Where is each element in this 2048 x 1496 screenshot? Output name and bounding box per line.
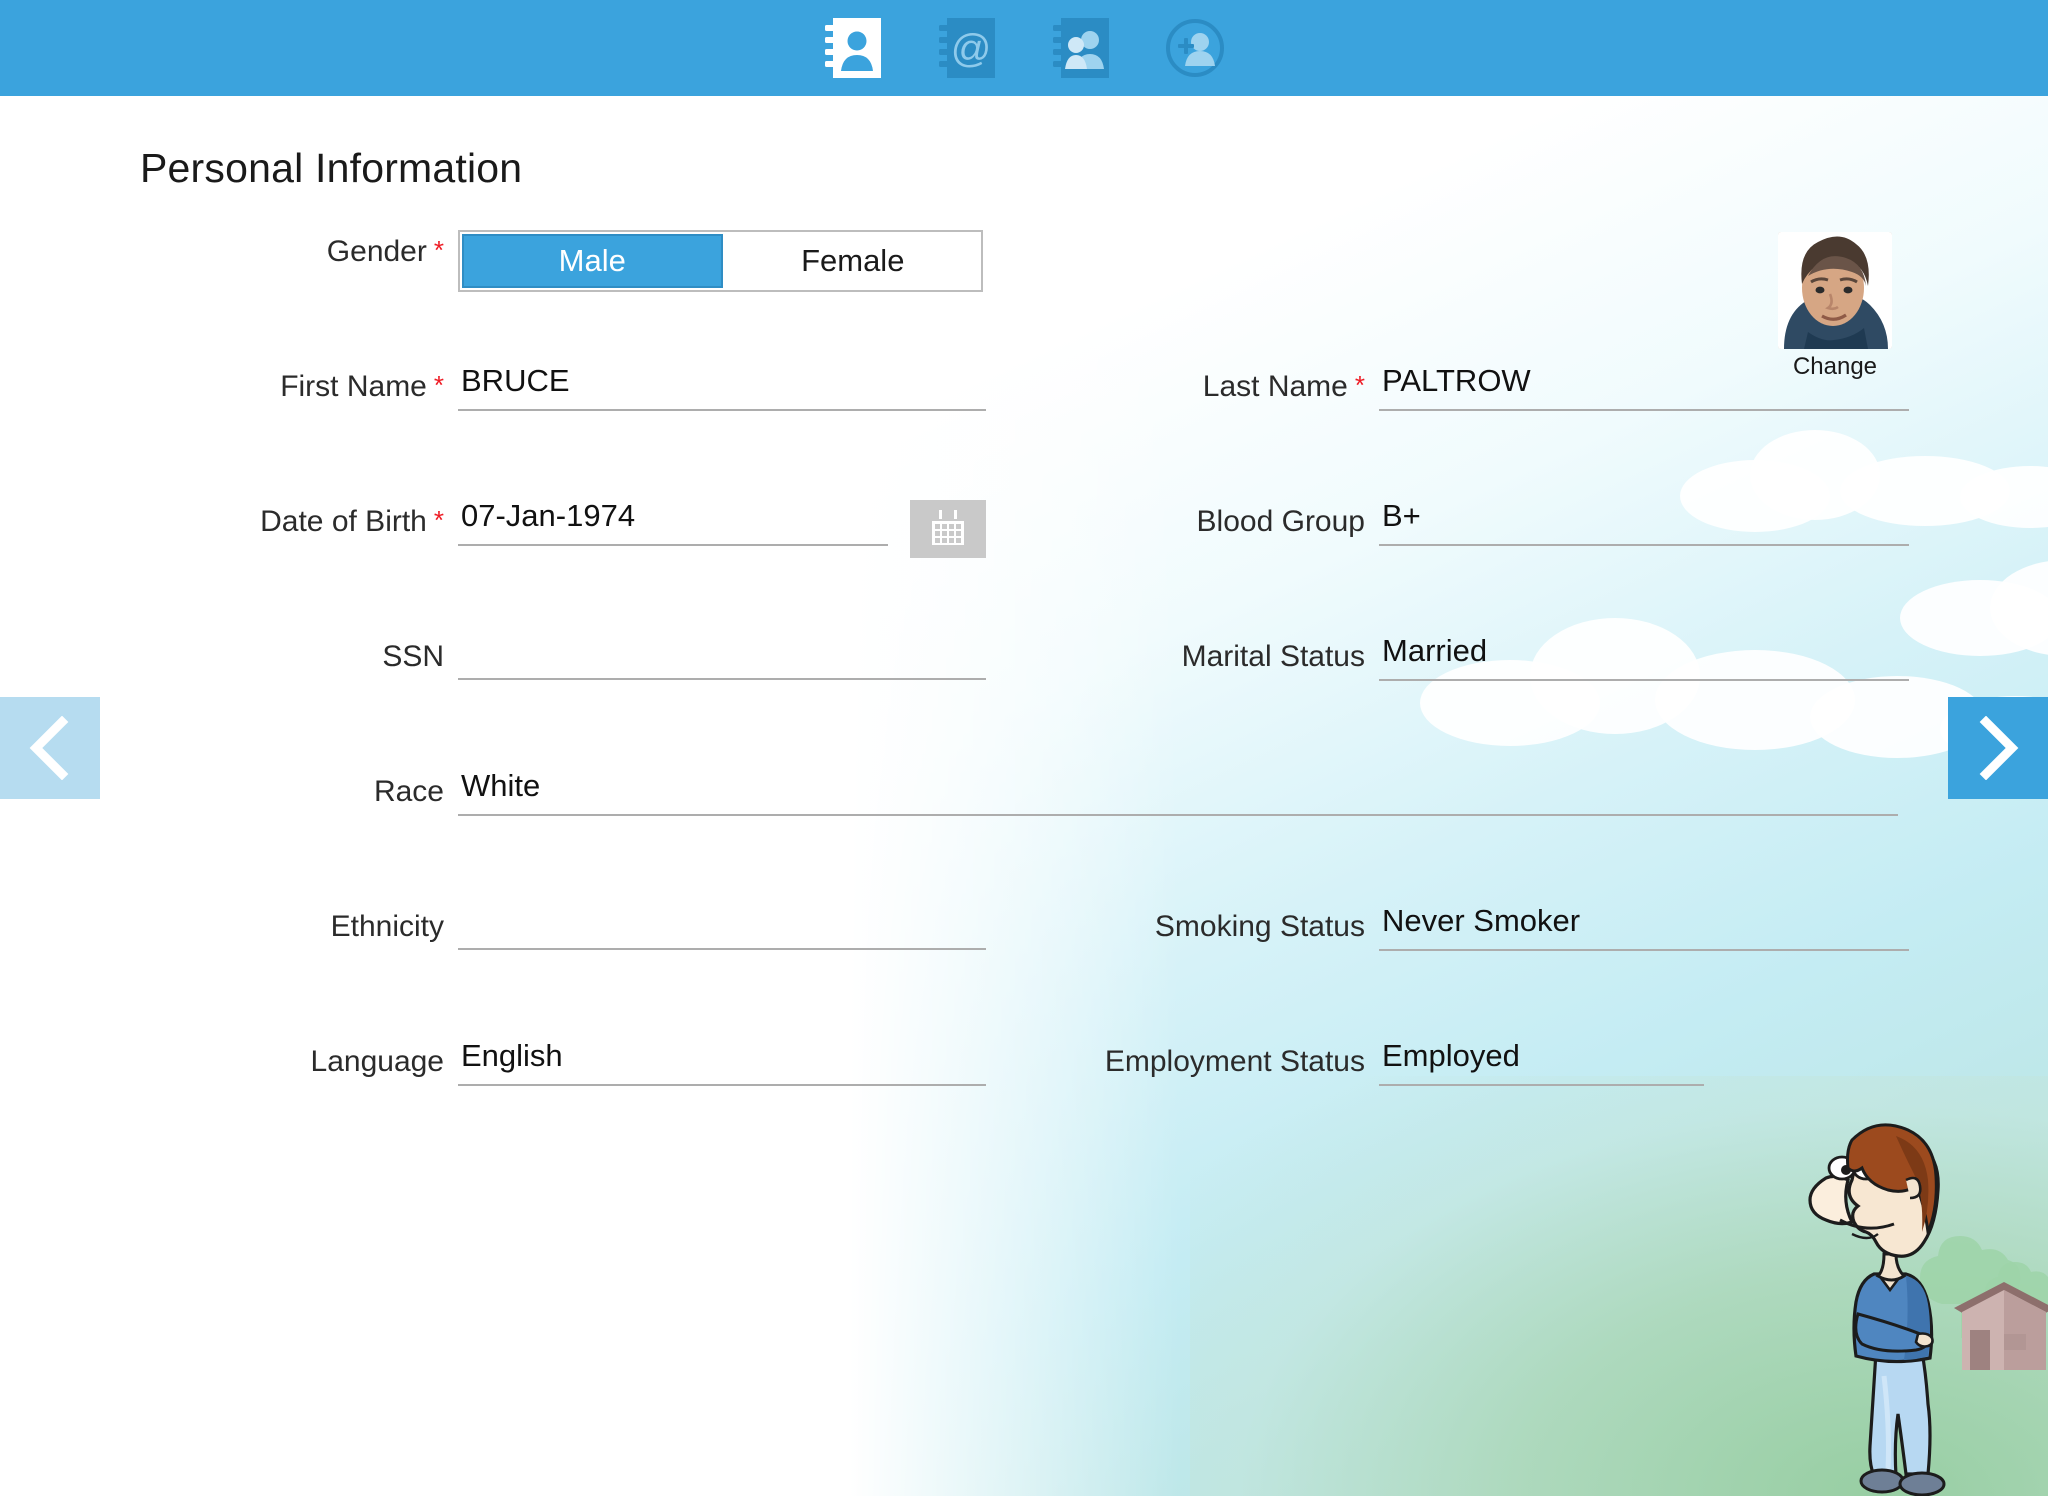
field-date-of-birth: Date of Birth * 07-Jan-1974	[0, 500, 990, 558]
ssn-input[interactable]	[458, 635, 986, 680]
form-row-language-employment: Language English Employment Status Emplo…	[0, 1040, 2048, 1175]
field-smoking-status: Smoking Status Never Smoker	[1010, 905, 1920, 951]
form-row-gender: Gender * Male Female	[0, 230, 2048, 365]
label-gender: Gender *	[0, 230, 444, 267]
avatar-container: Change	[1778, 232, 1892, 381]
required-marker-date-of-birth: *	[433, 505, 444, 535]
first-name-input[interactable]: BRUCE	[458, 365, 986, 411]
field-employment-status: Employment Status Employed	[1010, 1040, 1920, 1086]
marital-status-input[interactable]: Married	[1379, 635, 1909, 681]
language-input[interactable]: English	[458, 1040, 986, 1086]
field-marital-status: Marital Status Married	[1010, 635, 1920, 681]
email-book-icon: @	[939, 18, 995, 78]
label-smoking-status: Smoking Status	[1154, 910, 1365, 943]
control-smoking-status: Never Smoker	[1379, 905, 1909, 951]
race-input[interactable]: White	[458, 770, 1898, 816]
smoking-status-input[interactable]: Never Smoker	[1379, 905, 1909, 951]
form-row-dob-blood: Date of Birth * 07-Jan-1974 Blood Group …	[0, 500, 2048, 635]
previous-page-button[interactable]	[0, 697, 100, 799]
date-picker-button[interactable]	[910, 500, 986, 558]
change-photo-link[interactable]: Change	[1778, 353, 1892, 381]
chevron-right-icon	[1979, 716, 2019, 780]
form-row-ethnicity-smoking: Ethnicity Smoking Status Never Smoker	[0, 905, 2048, 1040]
control-marital-status: Married	[1379, 635, 1909, 681]
label-date-of-birth: Date of Birth *	[0, 500, 444, 537]
control-gender: Male Female	[458, 230, 986, 292]
field-language: Language English	[0, 1040, 990, 1086]
personal-information-form: Gender* Male Female First Name* BRUCE	[0, 230, 2048, 1175]
toolbar-item-personal-information[interactable]	[822, 17, 884, 79]
label-last-name: Last Name *	[1010, 365, 1365, 402]
chevron-left-icon	[29, 716, 69, 780]
personal-information-screen: @ Personal Information Change Gender * M…	[0, 0, 2048, 1496]
control-race: White	[458, 770, 1898, 816]
label-language: Language	[310, 1045, 444, 1078]
employment-status-input[interactable]: Employed	[1379, 1040, 1704, 1086]
form-row-ssn-marital: SSN Marital Status Married	[0, 635, 2048, 770]
label-gender-text: Gender	[326, 235, 427, 268]
control-employment-status: Employed	[1379, 1040, 1909, 1086]
field-ethnicity: Ethnicity	[0, 905, 990, 950]
required-marker-first-name: *	[433, 370, 444, 400]
label-date-of-birth-text: Date of Birth	[260, 505, 427, 538]
ethnicity-input[interactable]	[458, 905, 986, 950]
date-of-birth-wrapper: 07-Jan-1974	[458, 500, 986, 558]
form-row-names: First Name * BRUCE Last Name * PALTROW	[0, 365, 2048, 500]
date-of-birth-input[interactable]: 07-Jan-1974	[458, 500, 888, 546]
gender-option-female[interactable]: Female	[725, 232, 982, 290]
field-first-name: First Name * BRUCE	[0, 365, 990, 411]
contact-book-icon	[825, 18, 881, 78]
toolbar-item-family-information[interactable]	[1050, 17, 1112, 79]
label-blood-group: Blood Group	[1196, 505, 1365, 538]
field-race: Race White	[0, 770, 1900, 816]
gender-option-male[interactable]: Male	[462, 234, 723, 288]
blood-group-input[interactable]: B+	[1379, 500, 1909, 546]
calendar-icon	[932, 510, 964, 545]
label-ethnicity: Ethnicity	[330, 910, 444, 943]
gender-toggle-group: Male Female	[458, 230, 983, 292]
label-first-name: First Name *	[0, 365, 444, 402]
label-marital-status: Marital Status	[1181, 640, 1365, 673]
next-page-button[interactable]	[1948, 697, 2048, 799]
add-person-icon	[1166, 19, 1224, 77]
label-employment-status: Employment Status	[1104, 1045, 1365, 1078]
label-last-name-text: Last Name	[1202, 370, 1348, 403]
avatar-photo-icon	[1778, 232, 1892, 349]
label-ssn: SSN	[382, 640, 444, 673]
family-book-icon	[1053, 18, 1109, 78]
control-language: English	[458, 1040, 986, 1086]
control-ethnicity	[458, 905, 986, 950]
avatar[interactable]	[1778, 232, 1892, 349]
control-first-name: BRUCE	[458, 365, 986, 411]
svg-text:@: @	[951, 27, 992, 71]
label-first-name-text: First Name	[280, 370, 427, 403]
toolbar-item-add-person[interactable]	[1164, 17, 1226, 79]
character-body	[1808, 1123, 1946, 1496]
control-blood-group: B+	[1379, 500, 1909, 546]
form-row-race: Race White	[0, 770, 2048, 905]
control-date-of-birth: 07-Jan-1974	[458, 500, 986, 558]
toolbar-item-contact-information[interactable]: @	[936, 17, 998, 79]
required-marker-last-name: *	[1354, 370, 1365, 400]
field-gender: Gender * Male Female	[0, 230, 990, 292]
control-ssn	[458, 635, 986, 680]
required-marker-gender: *	[433, 235, 444, 265]
field-blood-group: Blood Group B+	[1010, 500, 1920, 546]
top-toolbar: @	[0, 0, 2048, 96]
field-ssn: SSN	[0, 635, 990, 680]
page-title: Personal Information	[140, 145, 523, 191]
